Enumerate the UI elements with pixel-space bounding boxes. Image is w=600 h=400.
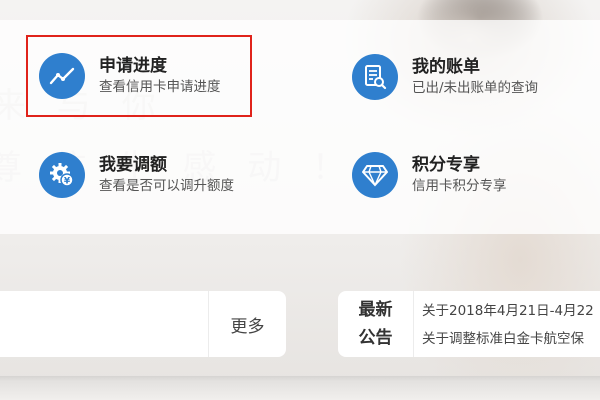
announcement-item[interactable]: 关于调整标准白金卡航空保 bbox=[422, 325, 600, 353]
gear-money-icon: ¥ bbox=[39, 152, 85, 198]
service-subtitle: 查看信用卡申请进度 bbox=[99, 79, 221, 95]
diamond-icon bbox=[352, 152, 398, 198]
announcement-label-line1: 最新 bbox=[358, 300, 393, 320]
service-subtitle: 已出/未出账单的查询 bbox=[412, 80, 539, 96]
announcement-label-line2: 公告 bbox=[358, 328, 393, 348]
service-apply-progress[interactable]: 申请进度 查看信用卡申请进度 bbox=[26, 35, 252, 117]
announcement-item[interactable]: 关于2018年4月21日-4月22 bbox=[422, 297, 600, 325]
service-title: 申请进度 bbox=[99, 56, 167, 76]
more-button[interactable]: 更多 bbox=[208, 291, 286, 357]
service-title: 我要调额 bbox=[99, 155, 167, 175]
svg-text:¥: ¥ bbox=[64, 177, 71, 187]
service-points[interactable]: 积分专享 信用卡积分专享 bbox=[352, 145, 507, 205]
announcement-card: 最新 公告 关于2018年4月21日-4月22 关于调整标准白金卡航空保 bbox=[338, 291, 600, 357]
service-title: 积分专享 bbox=[412, 155, 480, 175]
service-title: 我的账单 bbox=[412, 57, 480, 77]
service-my-bill[interactable]: 我的账单 已出/未出账单的查询 bbox=[352, 47, 538, 107]
progress-chart-icon bbox=[39, 53, 85, 99]
service-adjust-limit[interactable]: ¥ 我要调额 查看是否可以调升额度 bbox=[39, 145, 234, 205]
announcement-list: 关于2018年4月21日-4月22 关于调整标准白金卡航空保 bbox=[422, 297, 600, 353]
service-subtitle: 信用卡积分专享 bbox=[412, 178, 507, 194]
bill-search-icon bbox=[352, 54, 398, 100]
bottom-divider bbox=[0, 376, 600, 400]
service-subtitle: 查看是否可以调升额度 bbox=[99, 178, 234, 194]
news-card: 更多 bbox=[0, 291, 286, 357]
announcement-label: 最新 公告 bbox=[338, 291, 414, 357]
